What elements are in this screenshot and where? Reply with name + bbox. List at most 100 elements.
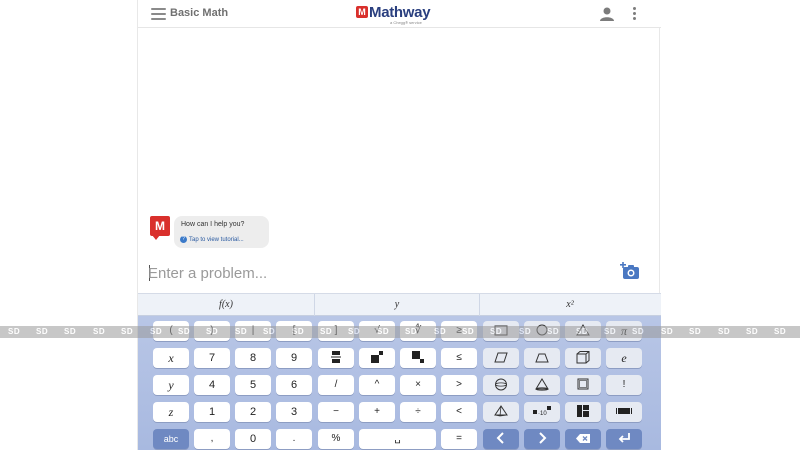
tutorial-link[interactable]: ? Tap to view tutorial... xyxy=(180,236,244,243)
key-minus[interactable]: − xyxy=(318,402,354,422)
logo-subtitle: a Chegg® service xyxy=(390,20,422,25)
key-gt[interactable]: > xyxy=(441,375,477,395)
matrix-icon xyxy=(577,405,589,418)
watermark-text: SD xyxy=(36,327,49,336)
key-abc[interactable]: abc xyxy=(153,429,189,449)
watermark-text: SD xyxy=(576,327,589,336)
cube-icon xyxy=(576,350,590,364)
key-2[interactable]: 2 xyxy=(235,402,271,422)
watermark-text: SD xyxy=(64,327,77,336)
watermark-text: SD xyxy=(519,327,532,336)
key-x[interactable]: x xyxy=(153,348,189,368)
watermark-text: SD xyxy=(689,327,702,336)
logo-word: Mathway xyxy=(369,4,431,21)
key-5[interactable]: 5 xyxy=(235,375,271,395)
menu-icon[interactable] xyxy=(151,8,166,20)
subject-title[interactable]: Basic Math xyxy=(170,7,228,19)
cone-icon xyxy=(535,377,549,391)
key-4[interactable]: 4 xyxy=(194,375,230,395)
vector-icon xyxy=(616,408,632,415)
key-enter[interactable] xyxy=(606,429,642,449)
key-percent[interactable]: % xyxy=(318,429,354,449)
key-dot[interactable]: . xyxy=(276,429,312,449)
key-cone-shape[interactable] xyxy=(524,375,560,395)
key-0[interactable]: 0 xyxy=(235,429,271,449)
watermark-text: SD xyxy=(547,327,560,336)
watermark-text: SD xyxy=(121,327,134,336)
key-slash[interactable]: / xyxy=(318,375,354,395)
keyboard-tabs: f(x) y x² xyxy=(138,293,661,316)
key-divide[interactable]: ÷ xyxy=(400,402,436,422)
tab-functions[interactable]: f(x) xyxy=(138,294,315,316)
backspace-icon xyxy=(576,433,590,443)
key-factorial[interactable]: ! xyxy=(606,375,642,395)
sphere-icon xyxy=(495,378,507,391)
key-leq[interactable]: ≤ xyxy=(441,348,477,368)
watermark-text: SD xyxy=(292,327,305,336)
tutorial-link-label: Tap to view tutorial... xyxy=(189,237,244,244)
scientific-notation-icon: ·10 xyxy=(533,406,551,417)
key-fraction[interactable] xyxy=(318,348,354,368)
key-backspace[interactable] xyxy=(565,429,601,449)
key-equals[interactable]: = xyxy=(441,429,477,449)
watermark-text: SD xyxy=(604,327,617,336)
watermark-text: SD xyxy=(632,327,645,336)
chevron-left-icon xyxy=(496,432,504,445)
key-9[interactable]: 9 xyxy=(276,348,312,368)
watermark-text: SD xyxy=(93,327,106,336)
subscript-icon xyxy=(412,351,424,364)
key-prism-shape[interactable] xyxy=(565,375,601,395)
key-space[interactable]: ␣ xyxy=(359,429,436,449)
key-sphere-shape[interactable] xyxy=(483,375,519,395)
key-1[interactable]: 1 xyxy=(194,402,230,422)
watermark-text: SD xyxy=(348,327,361,336)
watermark-text: SD xyxy=(746,327,759,336)
key-matrix[interactable] xyxy=(565,402,601,422)
key-comma[interactable]: , xyxy=(194,429,230,449)
watermark-text: SD xyxy=(434,327,447,336)
trapezoid-icon xyxy=(535,353,549,363)
key-6[interactable]: 6 xyxy=(276,375,312,395)
key-z[interactable]: z xyxy=(153,402,189,422)
pyramid-icon xyxy=(494,405,508,417)
watermark-text: SD xyxy=(490,327,503,336)
add-photo-icon[interactable] xyxy=(620,262,640,280)
watermark-text: SD xyxy=(178,327,191,336)
key-arrow-right[interactable] xyxy=(524,429,560,449)
mathway-logo: M Mathway a Chegg® service xyxy=(356,4,438,26)
key-cube-shape[interactable] xyxy=(565,348,601,368)
tab-variables[interactable]: y xyxy=(315,294,480,316)
watermark-text: SD xyxy=(774,327,787,336)
watermark-text: SD xyxy=(661,327,674,336)
key-vector[interactable] xyxy=(606,402,642,422)
app-header: Basic Math M Mathway a Chegg® service xyxy=(138,0,661,28)
mathway-app: Basic Math M Mathway a Chegg® service M … xyxy=(137,0,661,450)
chevron-right-icon xyxy=(539,432,547,445)
watermark-text: SD xyxy=(405,327,418,336)
tab-powers[interactable]: x² xyxy=(480,294,660,316)
key-pyramid-shape[interactable] xyxy=(483,402,519,422)
key-arrow-left[interactable] xyxy=(483,429,519,449)
key-plus[interactable]: + xyxy=(359,402,395,422)
key-7[interactable]: 7 xyxy=(194,348,230,368)
more-vert-icon[interactable] xyxy=(632,7,638,23)
watermark-text: SD xyxy=(8,327,21,336)
key-trapezoid-shape[interactable] xyxy=(524,348,560,368)
help-icon: ? xyxy=(180,236,187,243)
fraction-icon xyxy=(331,351,341,364)
watermark-text: SD xyxy=(235,327,248,336)
key-y[interactable]: y xyxy=(153,375,189,395)
key-caret[interactable]: ^ xyxy=(359,375,395,395)
key-8[interactable]: 8 xyxy=(235,348,271,368)
key-scientific-notation[interactable]: ·10 xyxy=(524,402,560,422)
key-superscript[interactable] xyxy=(359,348,395,368)
key-subscript[interactable] xyxy=(400,348,436,368)
enter-icon xyxy=(618,433,630,443)
key-lt[interactable]: < xyxy=(441,402,477,422)
key-times[interactable]: × xyxy=(400,375,436,395)
user-icon[interactable] xyxy=(599,6,615,22)
key-e[interactable]: e xyxy=(606,348,642,368)
key-parallelogram-shape[interactable] xyxy=(483,348,519,368)
problem-input[interactable] xyxy=(148,260,588,286)
key-3[interactable]: 3 xyxy=(276,402,312,422)
